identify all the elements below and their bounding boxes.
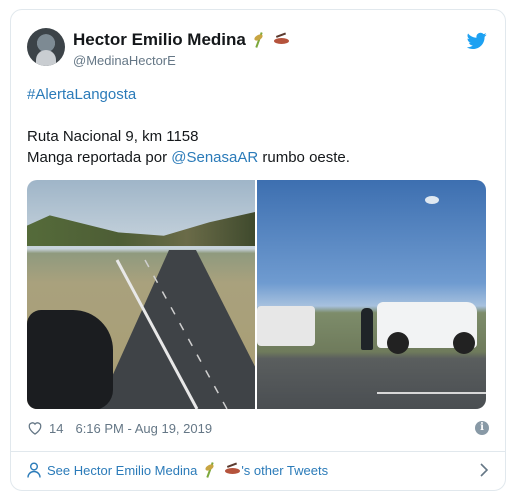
cricket-icon (223, 462, 241, 478)
twitter-bird-icon[interactable] (467, 32, 487, 50)
tweet-card[interactable]: Hector Emilio Medina @MedinaHectorE #Ale… (10, 9, 506, 491)
footer-prefix: See (47, 462, 71, 478)
footer-author: Hector Emilio Medina (74, 462, 242, 478)
cloud (425, 196, 439, 204)
footer-divider (11, 451, 505, 452)
tweet-timestamp[interactable]: 6:16 PM - Aug 19, 2019 (75, 421, 212, 436)
sheaf-of-rice-icon (252, 32, 266, 48)
author-name-row[interactable]: Hector Emilio Medina (73, 30, 290, 50)
heart-icon[interactable] (27, 421, 43, 435)
pickup-truck-left (257, 306, 315, 346)
line2-suffix: rumbo oeste. (258, 149, 350, 166)
footer-suffix: 's other Tweets (241, 462, 329, 478)
photo-road-locusts[interactable] (27, 180, 255, 409)
mention-link[interactable]: @SenasaAR (171, 149, 258, 166)
hashtag-link[interactable]: #AlertaLangosta (27, 84, 489, 105)
car-side-mirror (27, 310, 113, 409)
tweet-line-1: Ruta Nacional 9, km 1158 (27, 128, 199, 145)
photo-roadside-trucks[interactable] (257, 180, 486, 409)
tweet-line-2: Manga reportada por @SenasaAR rumbo oest… (27, 147, 489, 168)
see-other-tweets-link[interactable]: See Hector Emilio Medina 's other Tweets (27, 459, 489, 481)
tweet-meta: 14 6:16 PM - Aug 19, 2019 i (27, 418, 489, 438)
like-count[interactable]: 14 (49, 421, 63, 436)
author-avatar[interactable] (27, 28, 65, 66)
sheaf-of-rice-icon (203, 462, 217, 478)
truck-wheel-front (387, 332, 409, 354)
author-name[interactable]: Hector Emilio Medina (73, 30, 246, 50)
person-icon (27, 462, 41, 478)
author-info[interactable]: Hector Emilio Medina @MedinaHectorE (73, 30, 290, 68)
author-handle[interactable]: @MedinaHectorE (73, 53, 290, 68)
truck-wheel-rear (453, 332, 475, 354)
cricket-icon (272, 32, 290, 48)
tweet-text: #AlertaLangosta Ruta Nacional 9, km 1158… (27, 84, 489, 168)
road-edge-line (377, 392, 486, 394)
person-standing (361, 308, 373, 350)
chevron-right-icon[interactable] (479, 462, 489, 478)
tweet-header: Hector Emilio Medina @MedinaHectorE (27, 28, 489, 70)
tweet-media[interactable] (27, 180, 486, 409)
info-icon[interactable]: i (475, 421, 489, 435)
line2-prefix: Manga reportada por (27, 149, 172, 166)
footer-author-name: Hector Emilio Medina (73, 462, 198, 478)
